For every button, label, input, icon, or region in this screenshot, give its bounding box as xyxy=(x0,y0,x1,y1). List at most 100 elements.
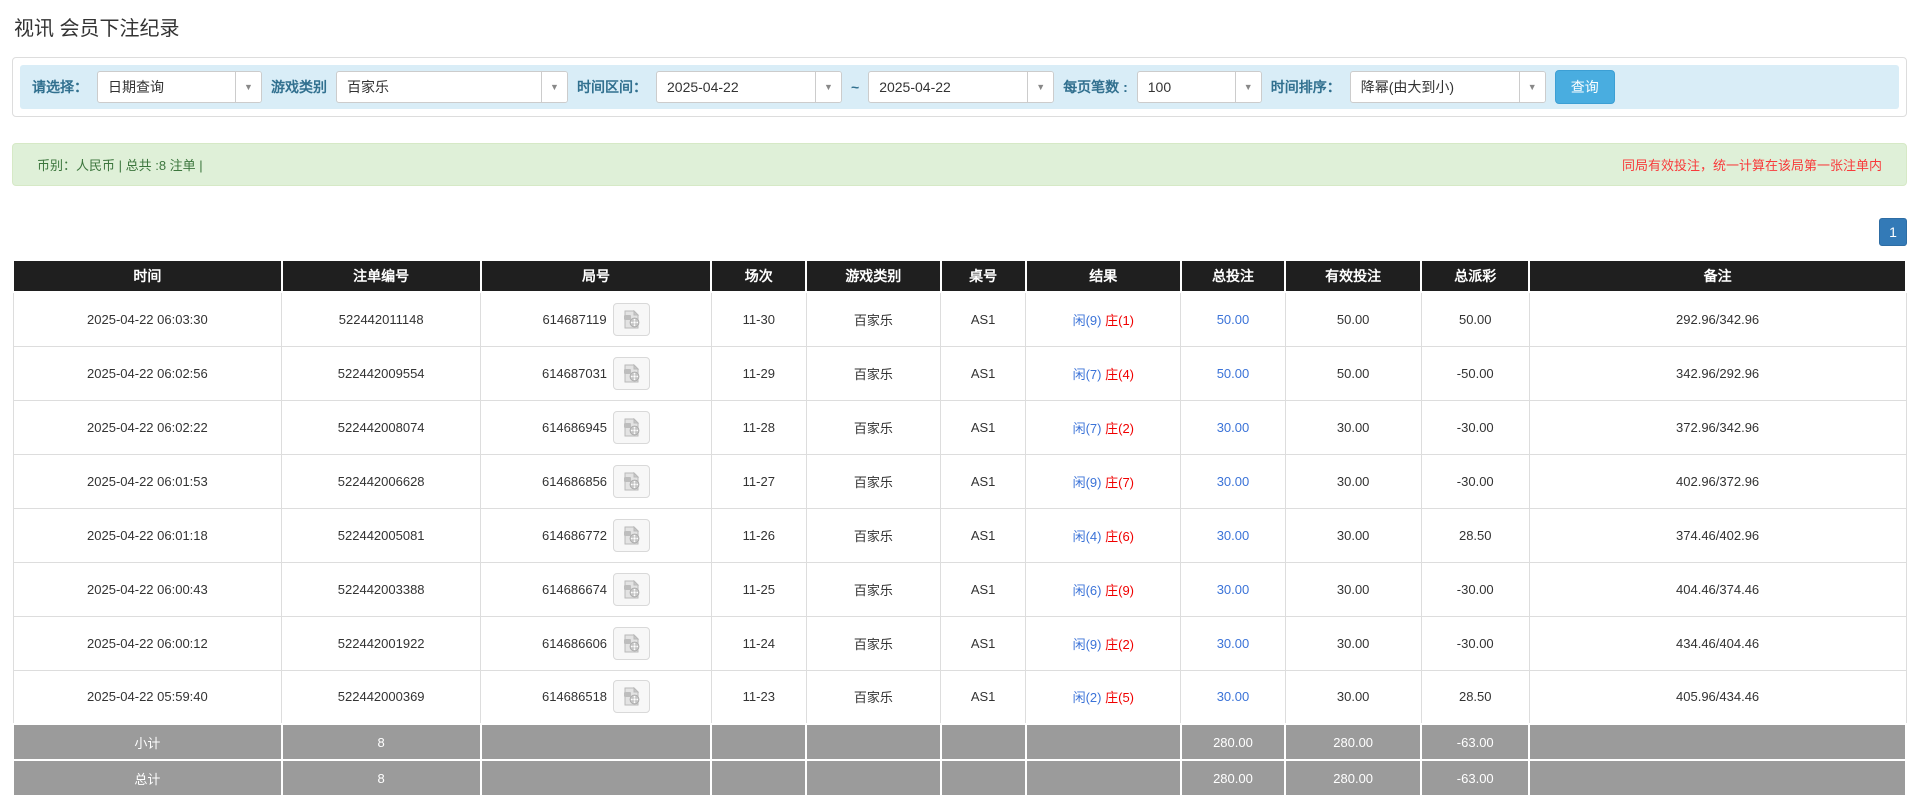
sort-order-select[interactable]: 降幂(由大到小) ▼ xyxy=(1350,71,1546,103)
cell-valid-bet: 30.00 xyxy=(1285,670,1421,724)
cell-total-bet: 30.00 xyxy=(1181,562,1285,616)
cell-result: 闲(4) 庄(6) xyxy=(1026,508,1181,562)
chevron-down-icon[interactable]: ▼ xyxy=(1027,72,1053,102)
cell-time: 2025-04-22 06:00:12 xyxy=(13,616,282,670)
footer-count: 8 xyxy=(282,724,481,760)
total-bet-link[interactable]: 30.00 xyxy=(1217,474,1250,489)
cell-total-bet: 30.00 xyxy=(1181,508,1285,562)
cell-game-type: 百家乐 xyxy=(806,346,940,400)
round-id-wrap: 614686856 xyxy=(485,455,707,508)
result-player: 闲(7) xyxy=(1073,367,1102,382)
search-button[interactable]: 查询 xyxy=(1555,70,1615,104)
cell-valid-bet: 50.00 xyxy=(1285,292,1421,346)
time-range-label: 时间区间： xyxy=(577,77,647,97)
game-type-value: 百家乐 xyxy=(337,72,541,102)
summary-notice: 同局有效投注，统一计算在该局第一张注单内 xyxy=(1622,155,1882,174)
footer-empty xyxy=(806,724,940,760)
total-bet-link[interactable]: 30.00 xyxy=(1217,636,1250,651)
total-bet-link[interactable]: 30.00 xyxy=(1217,528,1250,543)
footer-remark xyxy=(1529,724,1906,760)
cell-bet-id: 522442011148 xyxy=(282,292,481,346)
result-banker: 庄(2) xyxy=(1105,421,1134,436)
game-type-select[interactable]: 百家乐 ▼ xyxy=(336,71,568,103)
cell-total-bet: 50.00 xyxy=(1181,292,1285,346)
round-id-text: 614686856 xyxy=(542,474,607,489)
result-banker: 庄(2) xyxy=(1105,637,1134,652)
video-replay-button[interactable] xyxy=(613,680,650,713)
page-button-1[interactable]: 1 xyxy=(1879,218,1907,246)
cell-payout: 28.50 xyxy=(1421,508,1529,562)
cell-round-id: 614687031 xyxy=(481,346,712,400)
total-bet-link[interactable]: 30.00 xyxy=(1217,420,1250,435)
date-from-select[interactable]: 2025-04-22 ▼ xyxy=(656,71,842,103)
cell-remark: 374.46/402.96 xyxy=(1529,508,1906,562)
cell-table-no: AS1 xyxy=(941,454,1026,508)
query-type-select[interactable]: 日期查询 ▼ xyxy=(97,71,262,103)
cell-remark: 405.96/434.46 xyxy=(1529,670,1906,724)
footer-empty xyxy=(941,760,1026,796)
chevron-down-icon[interactable]: ▼ xyxy=(541,72,567,102)
select-type-label: 请选择： xyxy=(32,77,88,97)
cell-total-bet: 30.00 xyxy=(1181,400,1285,454)
cell-payout: -30.00 xyxy=(1421,400,1529,454)
round-id-wrap: 614687119 xyxy=(485,293,707,346)
video-replay-button[interactable] xyxy=(613,573,650,606)
sort-order-value: 降幂(由大到小) xyxy=(1351,72,1519,102)
video-replay-button[interactable] xyxy=(613,519,650,552)
total-bet-link[interactable]: 50.00 xyxy=(1217,366,1250,381)
date-from-value: 2025-04-22 xyxy=(657,72,815,102)
summary-row: 小计8280.00280.00-63.00 xyxy=(13,724,1906,760)
video-replay-button[interactable] xyxy=(613,303,650,336)
pagination: 1 xyxy=(12,218,1907,246)
cell-table-no: AS1 xyxy=(941,670,1026,724)
cell-payout: -30.00 xyxy=(1421,616,1529,670)
cell-result: 闲(2) 庄(5) xyxy=(1026,670,1181,724)
video-file-icon xyxy=(622,364,641,383)
table-row: 2025-04-22 06:03:30522442011148 614687119… xyxy=(13,292,1906,346)
video-file-icon xyxy=(622,687,641,706)
round-id-text: 614686674 xyxy=(542,582,607,597)
footer-total-bet: 280.00 xyxy=(1181,724,1285,760)
video-replay-button[interactable] xyxy=(613,357,650,390)
video-replay-button[interactable] xyxy=(613,465,650,498)
cell-valid-bet: 30.00 xyxy=(1285,508,1421,562)
video-replay-button[interactable] xyxy=(613,627,650,660)
cell-game-type: 百家乐 xyxy=(806,292,940,346)
chevron-down-icon[interactable]: ▼ xyxy=(1519,72,1545,102)
total-bet-link[interactable]: 30.00 xyxy=(1217,582,1250,597)
column-header: 场次 xyxy=(711,260,806,292)
total-bet-link[interactable]: 30.00 xyxy=(1217,689,1250,704)
chevron-down-icon[interactable]: ▼ xyxy=(1235,72,1261,102)
cell-time: 2025-04-22 06:03:30 xyxy=(13,292,282,346)
filter-bar: 请选择： 日期查询 ▼ 游戏类别 百家乐 ▼ 时间区间： 2025-04-22 … xyxy=(20,65,1899,109)
video-replay-button[interactable] xyxy=(613,411,650,444)
round-id-text: 614687119 xyxy=(542,312,606,327)
footer-empty xyxy=(941,724,1026,760)
footer-empty xyxy=(481,760,712,796)
footer-remark xyxy=(1529,760,1906,796)
table-row: 2025-04-22 06:02:56522442009554614687031… xyxy=(13,346,1906,400)
footer-empty xyxy=(711,760,806,796)
cell-bet-id: 522442001922 xyxy=(282,616,481,670)
round-id-wrap: 614686772 xyxy=(485,509,707,562)
chevron-down-icon[interactable]: ▼ xyxy=(815,72,841,102)
cell-total-bet: 30.00 xyxy=(1181,616,1285,670)
result-banker: 庄(5) xyxy=(1105,690,1134,705)
cell-session: 11-28 xyxy=(711,400,806,454)
footer-empty xyxy=(1026,760,1181,796)
date-to-select[interactable]: 2025-04-22 ▼ xyxy=(868,71,1054,103)
footer-valid-bet: 280.00 xyxy=(1285,760,1421,796)
cell-session: 11-30 xyxy=(711,292,806,346)
video-file-icon xyxy=(622,634,641,653)
column-header: 总派彩 xyxy=(1421,260,1529,292)
cell-bet-id: 522442006628 xyxy=(282,454,481,508)
table-row: 2025-04-22 06:01:53522442006628614686856… xyxy=(13,454,1906,508)
cell-round-id: 614686945 xyxy=(481,400,712,454)
cell-session: 11-24 xyxy=(711,616,806,670)
cell-remark: 404.46/374.46 xyxy=(1529,562,1906,616)
page-size-select[interactable]: 100 ▼ xyxy=(1137,71,1262,103)
chevron-down-icon[interactable]: ▼ xyxy=(235,72,261,102)
video-file-icon xyxy=(622,472,641,491)
total-bet-link[interactable]: 50.00 xyxy=(1217,312,1250,327)
cell-bet-id: 522442000369 xyxy=(282,670,481,724)
